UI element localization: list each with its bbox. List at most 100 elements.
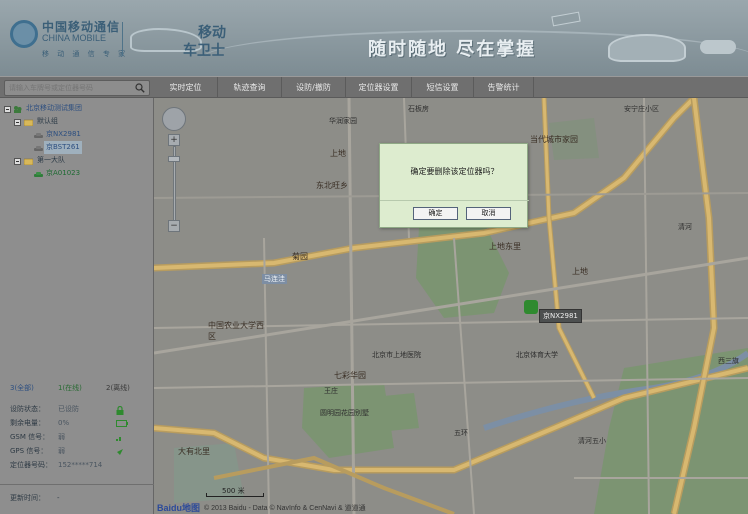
map-label: 安宁庄小区 (624, 105, 659, 113)
update-value: - (57, 494, 60, 502)
tab-arm-disarm[interactable]: 设防/撤防 (282, 77, 346, 99)
collapse-icon[interactable] (14, 157, 23, 165)
map-label: 北京市上地医院 (372, 351, 421, 359)
tree-root[interactable]: 北京移动测试集团 (0, 102, 154, 115)
sidebar-divider (0, 484, 154, 485)
map-label: 华润家园 (329, 117, 357, 125)
tab-realtime-location[interactable]: 实时定位 (154, 77, 218, 99)
map-label: 马连洼 (262, 274, 287, 284)
map-label: 上地东里 (489, 242, 521, 251)
zoom-slider-handle[interactable] (168, 156, 180, 162)
map-label: 王庄 (324, 387, 338, 395)
map-label: 东北旺乡 (316, 181, 348, 190)
sidebar: 北京移动测试集团 默认组 京NX2981 京BST261 第一大队 京A0102… (0, 98, 154, 514)
tree-group-label: 默认组 (37, 117, 58, 125)
map-label: 当代城市家园 (530, 135, 578, 144)
folder-icon (23, 157, 34, 166)
sign-icon (551, 11, 581, 27)
map-pan-control[interactable] (162, 107, 186, 131)
vehicle-marker-label[interactable]: 京NX2981 (539, 309, 582, 323)
info-key: 设防状态： (10, 405, 45, 413)
map-label: 七彩华园 (334, 371, 366, 380)
map-label: 上地 (572, 267, 588, 276)
car-icon (34, 131, 43, 138)
info-row-gps: GPS 信号： 弱 (0, 444, 154, 458)
info-value: 0% (58, 419, 70, 427)
header-banner: 中国移动通信 CHINA MOBILE 移 动 通 信 专 家 移动 车卫士 随… (0, 0, 748, 76)
map-label: 圆明园花园别墅 (320, 409, 369, 417)
info-value: 弱 (58, 433, 65, 441)
battery-icon (116, 420, 128, 427)
update-key: 更新时间： (10, 494, 45, 502)
scale-bar (206, 493, 264, 497)
info-value: 152*****714 (58, 461, 103, 469)
brand-english: CHINA MOBILE (42, 33, 107, 43)
cancel-button[interactable]: 取消 (466, 207, 511, 220)
collapse-icon[interactable] (14, 118, 23, 126)
map-label: 上地 (330, 149, 346, 158)
tree-item-vehicle-selected[interactable]: 京BST261 (0, 141, 154, 154)
zoom-out-button[interactable]: − (168, 220, 180, 232)
tab-bar: 实时定位 轨迹查询 设防/撤防 定位器设置 短信设置 告警统计 (154, 77, 534, 99)
tree-group-default[interactable]: 默认组 (0, 115, 154, 128)
status-summary: 3(全部) 1(在线) 2(离线) (0, 383, 154, 397)
vehicle-marker-icon[interactable] (524, 300, 538, 314)
tree-item-label: 京BST261 (44, 141, 82, 154)
header-slogan: 随时随地 尽在掌握 (368, 39, 537, 60)
count-offline[interactable]: 2(离线) (96, 383, 144, 397)
dialog-message: 确定要删除该定位器吗？ (410, 167, 499, 176)
tab-track-query[interactable]: 轨迹查询 (218, 77, 282, 99)
map-label: 清河五小 (578, 437, 606, 445)
vehicle-tree: 北京移动测试集团 默认组 京NX2981 京BST261 第一大队 京A0102… (0, 102, 154, 180)
product-name-line1: 移动 (198, 25, 226, 41)
tab-alarm-stats[interactable]: 告警统计 (474, 77, 534, 99)
group-icon (13, 105, 22, 113)
gps-icon (117, 449, 123, 455)
info-row-gsm: GSM 信号： 弱 (0, 430, 154, 444)
map-label: 大有北里 (178, 447, 210, 456)
folder-icon (23, 118, 34, 127)
logo-divider (122, 22, 123, 56)
tab-sms-settings[interactable]: 短信设置 (412, 77, 474, 99)
tree-group-label: 第一大队 (37, 156, 65, 164)
count-online[interactable]: 1(在线) (48, 383, 96, 397)
dialog-divider (380, 200, 529, 201)
map-copyright: © 2013 Baidu - Data © NavInfo & CenNavi … (204, 505, 366, 512)
map-label: 菊园 (292, 252, 308, 261)
zoom-in-button[interactable]: + (168, 134, 180, 146)
info-key: 定位器号码： (10, 461, 52, 469)
car-icon (34, 170, 43, 177)
tree-item-vehicle[interactable]: 京A01023 (0, 167, 154, 180)
map-label: 中国农业大学西区 (208, 321, 264, 341)
info-value: 已设防 (58, 405, 79, 413)
info-row-armed: 设防状态： 已设防 (0, 402, 154, 416)
main-toolbar: 实时定位 轨迹查询 设防/撤防 定位器设置 短信设置 告警统计 (0, 76, 748, 99)
info-row-number: 定位器号码： 152*****714 (0, 458, 154, 472)
tree-item-label: 京A01023 (46, 169, 81, 177)
china-mobile-logo-icon (10, 20, 38, 48)
confirm-button[interactable]: 确定 (413, 207, 458, 220)
update-time: 更新时间： - (10, 493, 60, 503)
map-label: 清河 (678, 223, 692, 231)
collapse-icon[interactable] (4, 105, 13, 113)
tree-group-first-team[interactable]: 第一大队 (0, 154, 154, 167)
product-name-line2: 车卫士 (183, 43, 225, 59)
search-box (4, 80, 150, 96)
count-all[interactable]: 3(全部) (0, 383, 48, 397)
tree-item-vehicle[interactable]: 京NX2981 (0, 128, 154, 141)
tree-root-label: 北京移动测试集团 (26, 104, 82, 112)
search-icon[interactable] (135, 83, 145, 93)
info-key: GPS 信号： (10, 447, 48, 455)
cloud-icon (700, 40, 736, 54)
search-input[interactable] (9, 82, 127, 94)
info-row-battery: 剩余电量： 0% (0, 416, 154, 430)
tab-locator-settings[interactable]: 定位器设置 (346, 77, 412, 99)
baidu-logo[interactable]: Baidu地图 (157, 501, 200, 514)
brand-slogan: 移 动 通 信 专 家 (42, 50, 129, 58)
info-key: 剩余电量： (10, 419, 45, 427)
tree-item-label: 京NX2981 (46, 130, 81, 138)
device-info: 设防状态： 已设防 剩余电量： 0% GSM 信号： 弱 GPS 信号： 弱 定… (0, 402, 154, 472)
map-label: 北京体育大学 (516, 351, 558, 359)
car-icon (34, 144, 43, 151)
map-label: 石板房 (408, 105, 429, 113)
